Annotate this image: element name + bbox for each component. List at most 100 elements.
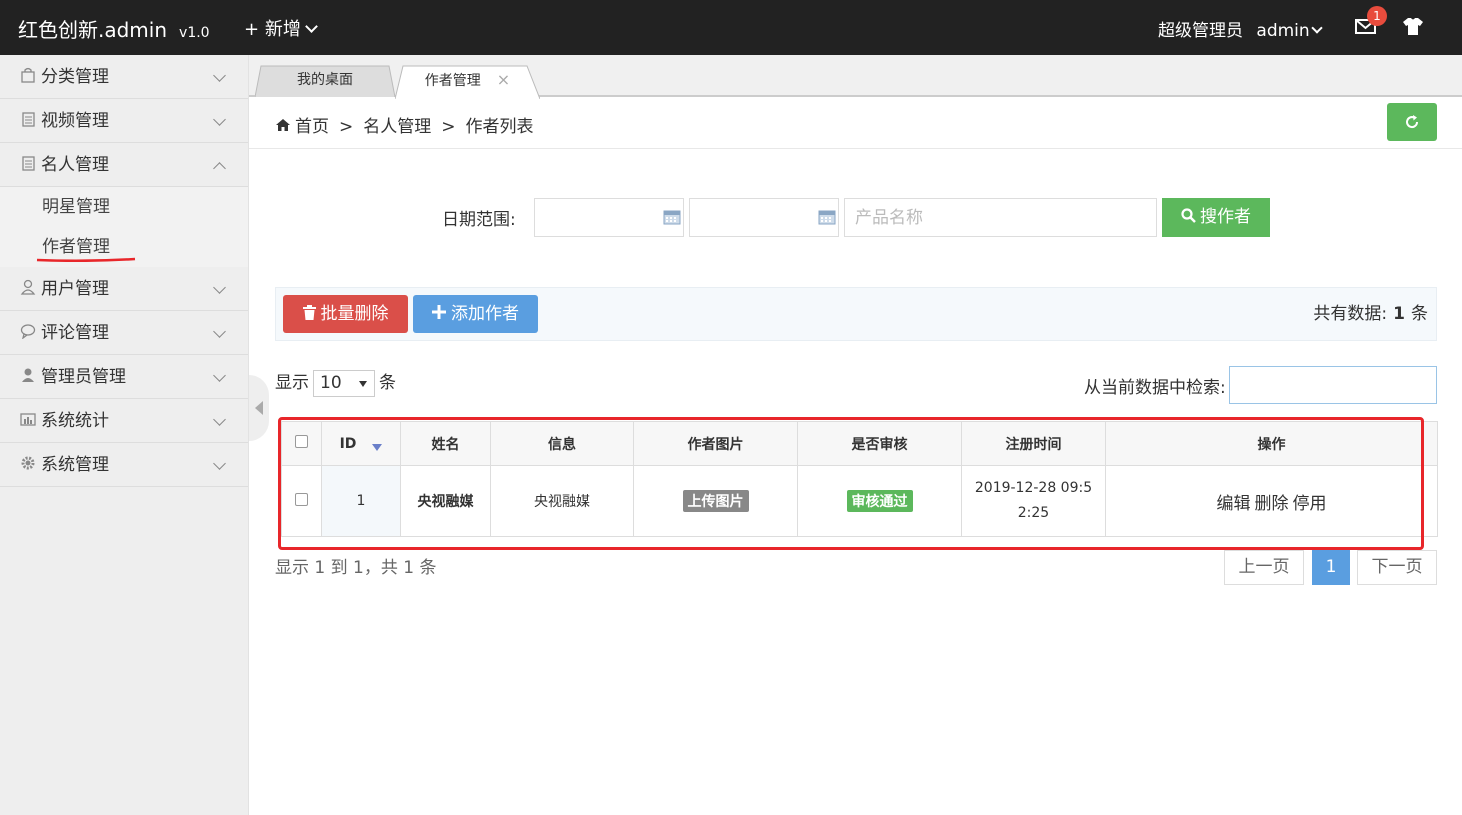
next-page-button[interactable]: 下一页 <box>1357 550 1437 585</box>
logo-text: 红色创新.admin <box>18 18 168 42</box>
user-solid-icon <box>22 368 34 382</box>
user-outline-icon <box>20 279 36 295</box>
column-header-name[interactable]: 姓名 <box>400 421 491 466</box>
table-header-row: ID 姓名 信息 作者图片 是否审核 注册时间 操作 <box>281 421 1438 466</box>
pagination-info: 显示 1 到 1，共 1 条 <box>275 558 437 578</box>
row-image-cell: 上传图片 <box>633 465 798 537</box>
page-size-select[interactable]: 10 <box>313 369 375 397</box>
breadcrumb-separator: > <box>441 117 456 137</box>
total-prefix: 共有数据: <box>1313 304 1388 324</box>
plus-icon <box>432 305 446 319</box>
refresh-icon <box>1406 115 1419 129</box>
breadcrumb-level2: 作者列表 <box>465 117 534 137</box>
author-table: ID 姓名 信息 作者图片 是否审核 注册时间 操作 1 央视融媒 央视融媒 上… <box>281 421 1438 537</box>
search-author-button[interactable]: 搜作者 <box>1162 198 1270 237</box>
edit-link[interactable]: 编辑 <box>1217 494 1251 514</box>
app-logo[interactable]: 红色创新.admin v1.0 <box>18 14 210 43</box>
user-menu[interactable]: 超级管理员 admin <box>1158 16 1323 41</box>
filter-input[interactable] <box>1229 366 1437 404</box>
unit-label: 条 <box>379 373 396 393</box>
page-1-button[interactable]: 1 <box>1312 550 1350 585</box>
column-header-reg-time[interactable]: 注册时间 <box>961 421 1106 466</box>
tab-author-management[interactable]: 作者管理 × <box>395 65 540 99</box>
date-range-label: 日期范围: <box>442 210 516 230</box>
page-tabs: 我的桌面 作者管理 × <box>249 55 1462 99</box>
sidebar-collapse-handle[interactable] <box>249 375 269 441</box>
total-count: 共有数据: 1 条 <box>1313 299 1428 324</box>
breadcrumb-home[interactable]: 首页 <box>295 117 329 137</box>
sidebar-subitem-star[interactable]: 明星管理 <box>0 187 248 227</box>
version-label: v1.0 <box>179 25 210 41</box>
review-status-badge: 审核通过 <box>846 490 913 512</box>
tab-desktop[interactable]: 我的桌面 <box>255 65 395 97</box>
chevron-down-icon <box>213 369 226 382</box>
batch-delete-button[interactable]: 批量删除 <box>283 295 408 333</box>
bar-chart-icon <box>20 413 36 426</box>
total-suffix: 条 <box>1411 304 1428 324</box>
column-header-image[interactable]: 作者图片 <box>633 421 798 466</box>
row-info: 央视融媒 <box>490 465 634 537</box>
sidebar-item-system[interactable]: 系统管理 <box>0 443 248 487</box>
sidebar-subitem-label: 作者管理 <box>42 237 110 257</box>
search-icon <box>1181 207 1196 223</box>
page-length-control: 显示 10 条 <box>275 368 396 397</box>
row-actions: 编辑 删除 停用 <box>1105 465 1438 537</box>
chevron-down-icon <box>213 281 226 294</box>
search-button-label: 搜作者 <box>1200 207 1251 227</box>
sidebar-item-video[interactable]: 视频管理 <box>0 99 248 143</box>
refresh-button[interactable] <box>1387 103 1437 141</box>
filter-label: 从当前数据中检索: <box>1084 378 1226 398</box>
sidebar-item-comment[interactable]: 评论管理 <box>0 311 248 355</box>
sidebar-item-admin[interactable]: 管理员管理 <box>0 355 248 399</box>
page-size-value: 10 <box>320 372 342 393</box>
sidebar-item-category[interactable]: 分类管理 <box>0 55 248 99</box>
chevron-down-icon <box>213 113 226 126</box>
calendar-icon[interactable] <box>663 209 681 225</box>
sidebar-item-stats[interactable]: 系统统计 <box>0 399 248 443</box>
red-underline-annotation <box>36 257 136 262</box>
sidebar-subitem-author[interactable]: 作者管理 <box>0 227 248 267</box>
chevron-down-icon <box>304 20 318 33</box>
row-id: 1 <box>321 465 401 537</box>
column-header-review[interactable]: 是否审核 <box>797 421 962 466</box>
chevron-up-icon <box>213 162 226 175</box>
sidebar-item-label: 评论管理 <box>41 323 109 343</box>
breadcrumb: 首页 > 名人管理 > 作者列表 <box>275 112 534 137</box>
row-checkbox[interactable] <box>295 492 308 506</box>
row-select-cell <box>281 465 322 537</box>
close-icon[interactable]: × <box>497 70 510 89</box>
sidebar-item-celebrity[interactable]: 名人管理 <box>0 143 248 187</box>
action-toolbar: 批量删除 添加作者 共有数据: 1 条 <box>275 287 1437 341</box>
column-header-id[interactable]: ID <box>321 421 401 466</box>
prev-page-button[interactable]: 上一页 <box>1224 550 1304 585</box>
chevron-down-icon <box>1311 22 1323 34</box>
chevron-down-icon <box>213 413 226 426</box>
trash-icon <box>302 304 316 320</box>
date-end-input[interactable] <box>689 198 839 237</box>
new-menu-button[interactable]: + 新增 <box>244 15 318 41</box>
column-header-actions: 操作 <box>1105 421 1438 466</box>
sidebar-item-user[interactable]: 用户管理 <box>0 267 248 311</box>
delete-link[interactable]: 删除 <box>1255 494 1289 514</box>
batch-delete-label: 批量删除 <box>320 304 389 324</box>
caret-down-icon <box>359 380 367 387</box>
mail-badge: 1 <box>1367 6 1387 26</box>
upload-image-button[interactable]: 上传图片 <box>682 490 749 512</box>
add-author-label: 添加作者 <box>451 304 519 324</box>
add-author-button[interactable]: 添加作者 <box>413 295 538 333</box>
breadcrumb-level1[interactable]: 名人管理 <box>363 117 431 137</box>
row-name: 央视融媒 <box>400 465 491 537</box>
sidebar-submenu-celebrity: 明星管理 作者管理 <box>0 187 248 267</box>
table-row: 1 央视融媒 央视融媒 上传图片 审核通过 2019-12-28 09:5 2:2… <box>281 465 1438 537</box>
date-start-input[interactable] <box>534 198 684 237</box>
shirt-icon[interactable] <box>1402 17 1424 36</box>
disable-link[interactable]: 停用 <box>1293 494 1327 514</box>
gear-icon <box>21 456 35 470</box>
sidebar: 分类管理 视频管理 名人管理 明星管理 作者管理 用户管理 评论管理 管理员管理… <box>0 55 249 815</box>
product-name-input[interactable] <box>844 198 1157 237</box>
calendar-icon[interactable] <box>818 209 836 225</box>
select-all-checkbox[interactable] <box>295 435 308 448</box>
divider <box>249 148 1462 149</box>
column-header-info[interactable]: 信息 <box>490 421 634 466</box>
chat-icon <box>20 324 36 339</box>
